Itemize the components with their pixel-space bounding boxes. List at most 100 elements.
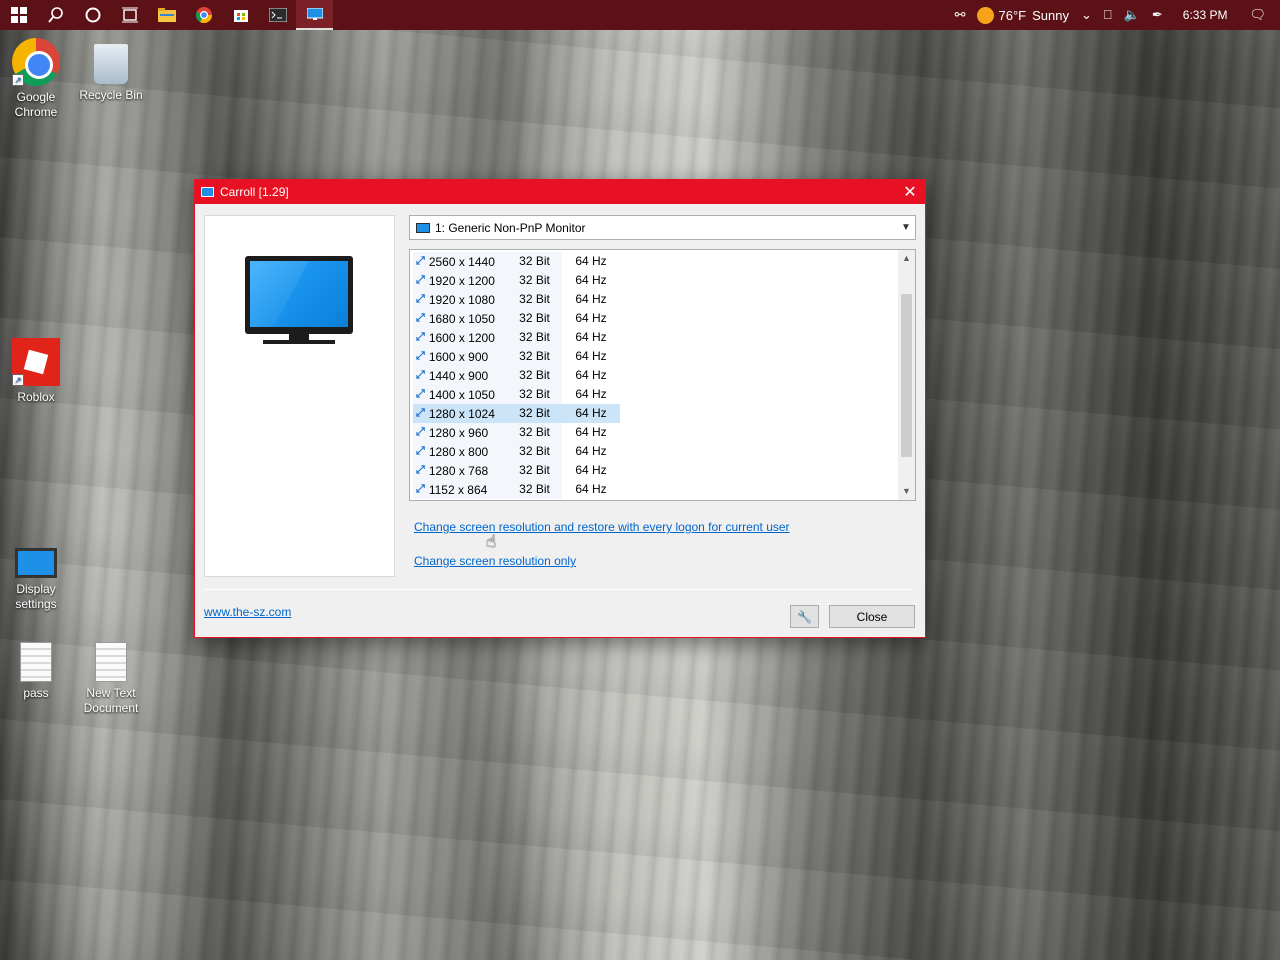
chrome-icon[interactable] — [185, 0, 222, 30]
resize-icon: ⤢ — [416, 464, 425, 476]
resolution-cell: ⤢ 1280 x 960 — [413, 423, 507, 442]
text-file-icon — [95, 642, 127, 682]
desktop-icon-display-settings[interactable]: Display settings — [0, 538, 72, 612]
chevron-up-icon[interactable]: ⌄ — [1075, 7, 1098, 23]
link-change-and-restore[interactable]: Change screen resolution and restore wit… — [414, 520, 790, 534]
resize-icon: ⤢ — [416, 350, 425, 362]
resolution-row[interactable]: ⤢ 1600 x 1200 32 Bit 64 Hz — [413, 328, 620, 347]
desktop-icon-new-text-document[interactable]: New Text Document — [75, 638, 147, 716]
color-depth-cell: 32 Bit — [507, 404, 562, 423]
resize-icon: ⤢ — [416, 293, 425, 305]
desktop-icon-label: Display settings — [15, 582, 57, 611]
desktop-icon-roblox[interactable]: ↗ Roblox — [0, 338, 72, 405]
title-bar[interactable]: Carroll [1.29] ✕ — [195, 180, 925, 204]
carroll-icon[interactable] — [296, 0, 333, 30]
desktop-icon-chrome[interactable]: ↗ Google Chrome — [0, 38, 72, 120]
shortcut-arrow-icon: ↗ — [12, 74, 24, 86]
resolution-row[interactable]: ⤢ 1400 x 1050 32 Bit 64 Hz — [413, 385, 620, 404]
resolution-row[interactable]: ⤢ 1440 x 900 32 Bit 64 Hz — [413, 366, 620, 385]
monitor-small-icon — [416, 222, 430, 233]
settings-button[interactable]: 🔧 — [790, 605, 819, 628]
resize-icon: ⤢ — [416, 483, 425, 495]
resolution-row[interactable]: ⤢ 1920 x 1200 32 Bit 64 Hz — [413, 271, 620, 290]
chrome-icon: ↗ — [12, 38, 60, 86]
weather-widget[interactable]: 76°F Sunny — [971, 6, 1074, 24]
clock[interactable]: 6:33 PM — [1169, 8, 1242, 22]
resolution-row[interactable]: ⤢ 1280 x 800 32 Bit 64 Hz — [413, 442, 620, 461]
resolution-row[interactable]: ⤢ 1680 x 1050 32 Bit 64 Hz — [413, 309, 620, 328]
desktop-icon-recycle-bin[interactable]: Recycle Bin — [75, 38, 147, 103]
cortana-icon[interactable] — [74, 0, 111, 30]
color-depth-cell: 32 Bit — [507, 480, 562, 499]
resolution-text: 1280 x 960 — [428, 425, 489, 440]
refresh-rate-cell: 64 Hz — [575, 425, 607, 439]
window-title: Carroll [1.29] — [220, 185, 289, 199]
file-explorer-icon[interactable] — [148, 0, 185, 30]
resize-icon: ⤢ — [416, 255, 425, 267]
resize-icon: ⤢ — [416, 445, 425, 457]
network-icon[interactable]: ⎕ — [1098, 7, 1118, 23]
wrench-icon: 🔧 — [797, 609, 812, 624]
resolution-text: 1600 x 1200 — [428, 330, 495, 345]
resolution-text: 1152 x 864 — [428, 482, 488, 497]
taskbar: ⚯ 76°F Sunny ⌄ ⎕ 🔈 ✒ 6:33 PM 🗨 — [0, 0, 1280, 30]
close-icon[interactable]: ✕ — [895, 182, 925, 202]
color-depth-cell: 32 Bit — [507, 461, 562, 480]
resolution-text: 1920 x 1080 — [428, 292, 495, 307]
refresh-rate-cell: 64 Hz — [575, 349, 607, 363]
close-button[interactable]: Close — [829, 605, 915, 628]
resolution-row[interactable]: ⤢ 1920 x 1080 32 Bit 64 Hz — [413, 290, 620, 309]
resolution-row[interactable]: ⤢ 1600 x 900 32 Bit 64 Hz — [413, 347, 620, 366]
carroll-window: Carroll [1.29] ✕ 1: Generic Non-PnP Moni… — [194, 179, 926, 638]
color-depth-cell: 32 Bit — [507, 252, 562, 271]
search-icon[interactable] — [37, 0, 74, 30]
resolution-text: 1400 x 1050 — [428, 387, 495, 402]
monitor-preview-panel — [204, 215, 395, 577]
volume-icon[interactable]: 🔈 — [1118, 7, 1146, 23]
resolution-row[interactable]: ⤢ 2560 x 1440 32 Bit 64 Hz — [413, 252, 620, 271]
resolution-text: 1600 x 900 — [428, 349, 489, 364]
color-depth-cell: 32 Bit — [507, 347, 562, 366]
scroll-down-icon[interactable]: ▼ — [898, 483, 915, 500]
website-link[interactable]: www.the-sz.com — [204, 605, 291, 619]
weather-text: Sunny — [1032, 7, 1069, 23]
refresh-rate-cell: 64 Hz — [575, 254, 607, 268]
display-settings-icon — [15, 548, 57, 578]
color-depth-cell: 32 Bit — [507, 328, 562, 347]
scroll-thumb[interactable] — [901, 294, 912, 457]
color-depth-cell: 32 Bit — [507, 423, 562, 442]
people-icon[interactable]: ⚯ — [949, 7, 972, 23]
chevron-down-icon[interactable]: ▼ — [897, 222, 915, 233]
monitor-select[interactable]: 1: Generic Non-PnP Monitor ▼ — [409, 215, 916, 240]
terminal-icon[interactable] — [259, 0, 296, 30]
store-icon[interactable] — [222, 0, 259, 30]
text-file-icon — [20, 642, 52, 682]
refresh-rate-cell: 64 Hz — [575, 311, 607, 325]
resolution-cell: ⤢ 1600 x 900 — [413, 347, 507, 366]
refresh-rate-cell: 64 Hz — [575, 444, 607, 458]
scroll-up-icon[interactable]: ▲ — [898, 250, 915, 267]
color-depth-cell: 32 Bit — [507, 309, 562, 328]
resize-icon: ⤢ — [416, 312, 425, 324]
resize-icon: ⤢ — [416, 331, 425, 343]
resolution-cell: ⤢ 1280 x 800 — [413, 442, 507, 461]
action-center-icon[interactable]: 🗨 — [1241, 7, 1280, 23]
resolution-row[interactable]: ⤢ 1280 x 960 32 Bit 64 Hz — [413, 423, 620, 442]
task-view-icon[interactable] — [111, 0, 148, 30]
resolution-cell: ⤢ 1920 x 1200 — [413, 271, 507, 290]
refresh-rate-cell: 64 Hz — [575, 292, 607, 306]
resolution-row[interactable]: ⤢ 1280 x 768 32 Bit 64 Hz — [413, 461, 620, 480]
weather-temp: 76°F — [998, 7, 1027, 23]
desktop-icon-pass[interactable]: pass — [0, 638, 72, 701]
resolution-text: 1280 x 800 — [428, 444, 489, 459]
hand-cursor-icon: ☝ — [486, 532, 497, 551]
pen-icon[interactable]: ✒ — [1146, 7, 1169, 23]
scrollbar[interactable]: ▲ ▼ — [898, 250, 915, 500]
resolution-list[interactable]: ⤢ 2560 x 1440 32 Bit 64 Hz ⤢ 1920 x 1200 32 Bi… — [409, 249, 916, 501]
link-change-only[interactable]: Change screen resolution only — [414, 554, 576, 568]
resolution-row[interactable]: ⤢ 1152 x 864 32 Bit 64 Hz — [413, 480, 620, 499]
shortcut-arrow-icon: ↗ — [12, 374, 24, 386]
refresh-rate-cell: 64 Hz — [575, 330, 607, 344]
resolution-row[interactable]: ⤢ 1280 x 1024 32 Bit 64 Hz — [413, 404, 620, 423]
windows-icon[interactable] — [0, 0, 37, 30]
